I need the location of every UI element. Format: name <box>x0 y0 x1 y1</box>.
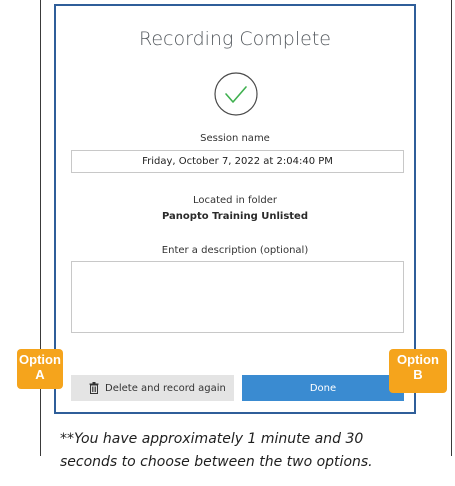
instruction-note: **You have approximately 1 minute and 30… <box>60 428 450 474</box>
option-b-line1: Option <box>397 352 439 367</box>
instruction-note-line2: seconds to choose between the two option… <box>60 454 373 470</box>
option-a-line1: Option <box>19 352 61 367</box>
done-button[interactable]: Done <box>242 375 404 401</box>
option-a-line2: A <box>35 367 45 382</box>
description-textarea[interactable] <box>71 261 404 333</box>
option-b-line2: B <box>413 367 423 382</box>
folder-label: Located in folder <box>192 195 278 206</box>
session-name-label: Session name <box>200 133 270 144</box>
delete-button-label: Delete and record again <box>105 382 226 394</box>
right-border-line <box>451 0 452 456</box>
screenshot-canvas: Recording Complete Session name Friday, … <box>0 0 455 486</box>
option-a-callout: Option A <box>17 349 63 389</box>
delete-and-record-again-button[interactable]: Delete and record again <box>71 375 234 401</box>
session-name-field[interactable]: Friday, October 7, 2022 at 2:04:40 PM <box>71 150 404 173</box>
checkmark-circle-icon <box>214 72 258 116</box>
done-button-label: Done <box>309 382 337 394</box>
description-label: Enter a description (optional) <box>161 245 309 256</box>
option-b-callout: Option B <box>389 349 447 393</box>
instruction-note-line1: **You have approximately 1 minute and 30 <box>60 431 364 447</box>
dialog-title: Recording Complete <box>139 28 331 50</box>
trash-icon <box>89 382 99 394</box>
folder-name: Panopto Training Unlisted <box>162 211 308 222</box>
recording-complete-dialog: Recording Complete Session name Friday, … <box>54 4 416 414</box>
